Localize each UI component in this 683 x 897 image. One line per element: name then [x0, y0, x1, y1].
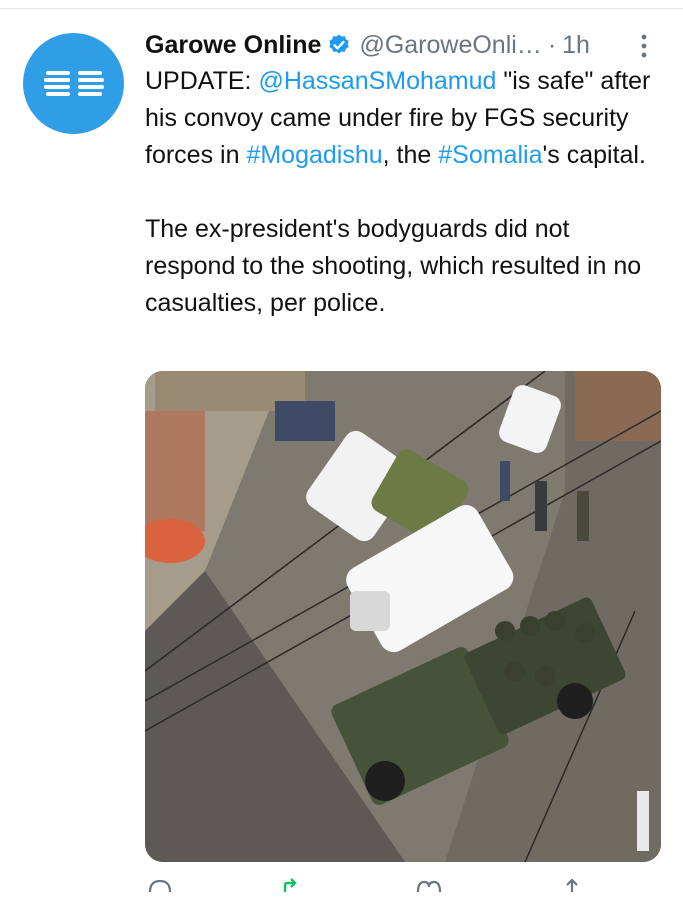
tweet-text-segment: 's capital. — [542, 141, 646, 169]
street-scene-image — [145, 371, 661, 862]
hashtag-link[interactable]: #Mogadishu — [246, 141, 382, 169]
author-handle[interactable]: @GaroweOnli… — [359, 31, 541, 60]
garowe-online-logo — [43, 70, 104, 96]
top-divider — [0, 8, 683, 9]
reply-icon[interactable] — [147, 878, 173, 897]
retweet-icon[interactable] — [281, 878, 315, 897]
more-vertical-icon[interactable] — [636, 33, 652, 61]
separator-dot: · — [547, 30, 557, 59]
verified-badge-icon — [327, 33, 351, 57]
mention-link[interactable]: @HassanSMohamud — [258, 67, 496, 95]
tweet-header: Garowe Online @GaroweOnli… · 1h — [145, 27, 665, 63]
tweet-text: UPDATE: @HassanSMohamud "is safe" after … — [145, 63, 665, 322]
author-name[interactable]: Garowe Online — [145, 31, 321, 60]
tweet-paragraph-1: UPDATE: @HassanSMohamud "is safe" after … — [145, 63, 665, 174]
hashtag-link[interactable]: #Somalia — [438, 141, 542, 169]
share-icon[interactable] — [561, 878, 583, 897]
heart-icon[interactable] — [415, 878, 443, 897]
tweet-paragraph-2: The ex-president's bodyguards did not re… — [145, 215, 642, 317]
avatar[interactable] — [23, 33, 124, 134]
tweet-time[interactable]: 1h — [562, 31, 590, 60]
tweet-actions — [145, 878, 665, 893]
tweet-media-photo[interactable] — [145, 371, 661, 862]
tweet-text-segment: , the — [382, 141, 439, 169]
update-prefix: UPDATE: — [145, 67, 259, 95]
